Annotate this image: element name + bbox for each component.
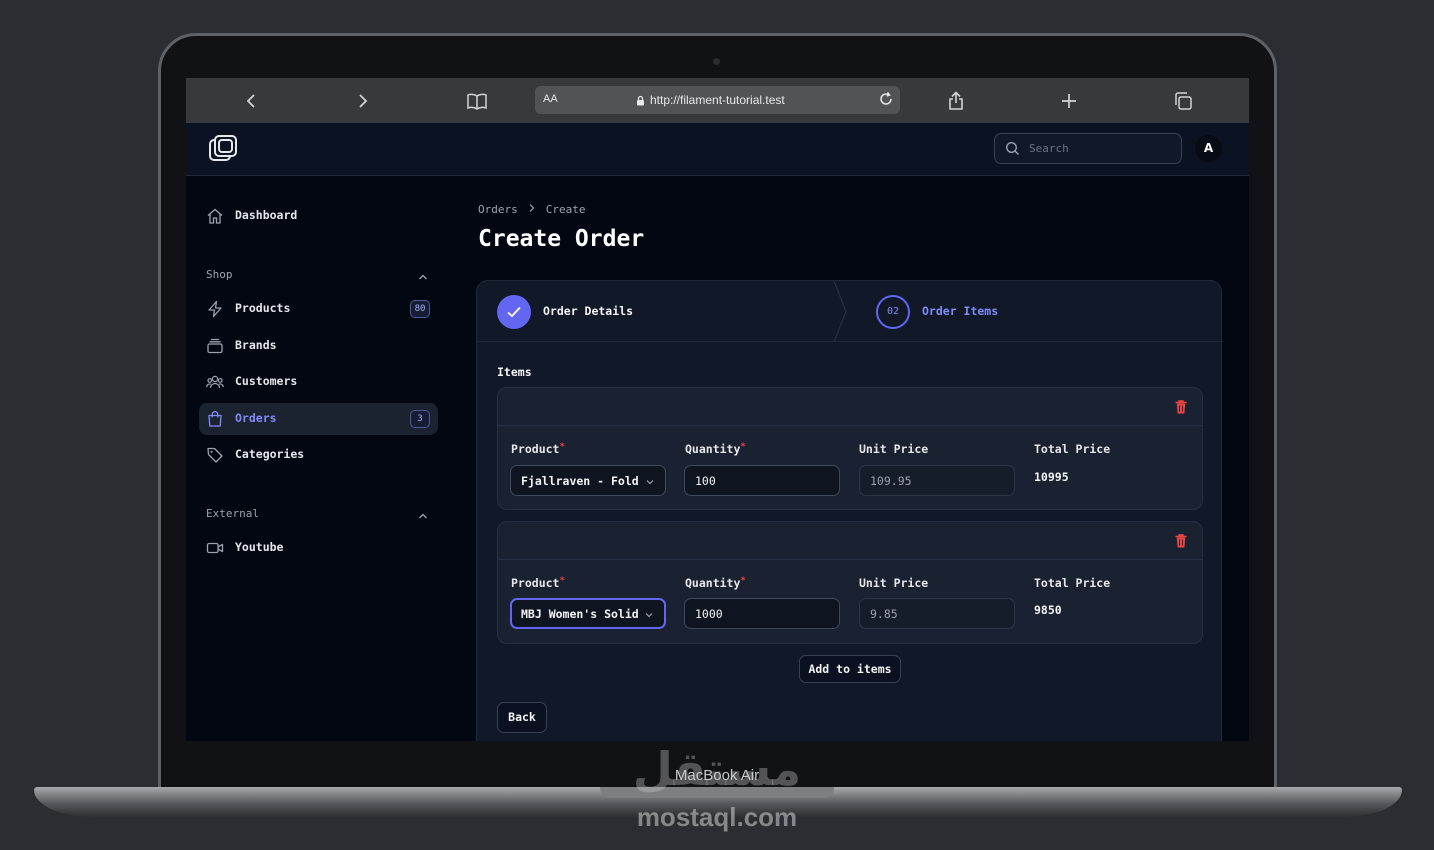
sidebar-item-brands[interactable]: Brands xyxy=(199,330,438,362)
quantity-input[interactable]: 100 xyxy=(684,465,840,496)
url-text: http://filament-tutorial.test xyxy=(650,93,785,107)
count-badge: 80 xyxy=(410,300,430,318)
field-label-product: Product* xyxy=(511,576,565,590)
video-camera-icon xyxy=(206,539,224,557)
group-label-external: External xyxy=(206,507,259,520)
browser-toolbar: AA http://filament-tutorial.test xyxy=(186,78,1249,123)
step-complete-check-icon[interactable] xyxy=(497,295,531,329)
product-select[interactable]: MBJ Women's Solid xyxy=(510,598,666,629)
search-input[interactable]: Search xyxy=(994,133,1182,164)
chevron-down-icon xyxy=(644,609,654,623)
breadcrumb-orders-link[interactable]: Orders xyxy=(478,203,518,216)
repeater-item: Product* Quantity* Unit Price Total Pric… xyxy=(497,387,1203,510)
watermark-latin: mostaql.com xyxy=(636,802,798,832)
back-button[interactable]: Back xyxy=(497,702,547,733)
sidebar-item-customers[interactable]: Customers xyxy=(199,366,438,398)
app-header: Search A xyxy=(186,123,1249,176)
breadcrumb: Orders Create xyxy=(478,203,586,216)
field-label-unit-price: Unit Price xyxy=(859,576,929,590)
users-icon xyxy=(206,373,224,391)
search-placeholder: Search xyxy=(1029,142,1069,155)
chevron-up-icon[interactable] xyxy=(417,507,429,519)
field-label-unit-price: Unit Price xyxy=(859,442,929,456)
page-title: Create Order xyxy=(478,226,645,252)
items-section-label: Items xyxy=(497,365,532,379)
trash-icon[interactable] xyxy=(1174,399,1188,415)
text-size-button[interactable]: AA xyxy=(543,93,558,105)
chevron-up-icon[interactable] xyxy=(417,268,429,280)
step-divider xyxy=(833,281,847,342)
field-label-quantity: Quantity* xyxy=(685,576,746,590)
share-icon[interactable] xyxy=(945,90,967,112)
lock-icon xyxy=(637,95,644,105)
tabs-overview-icon[interactable] xyxy=(1172,90,1194,112)
chevron-right-icon xyxy=(528,203,536,216)
address-bar[interactable]: AA http://filament-tutorial.test xyxy=(535,86,900,114)
trash-icon[interactable] xyxy=(1174,533,1188,549)
sidebar-item-label: Categories xyxy=(235,447,305,461)
camera xyxy=(713,58,720,65)
reload-icon[interactable] xyxy=(878,91,894,110)
unit-price-field: 109.95 xyxy=(859,465,1015,496)
home-icon xyxy=(206,207,224,225)
app-logo-icon[interactable] xyxy=(208,134,238,164)
quantity-input[interactable]: 1000 xyxy=(684,598,840,629)
field-label-product: Product* xyxy=(511,442,565,456)
sidebar-item-orders[interactable]: Orders 3 xyxy=(199,403,438,435)
search-icon xyxy=(1005,141,1020,160)
back-icon[interactable] xyxy=(240,90,262,112)
repeater-item-header xyxy=(498,522,1202,560)
wizard-steps: Order Details 02 Order Items xyxy=(477,281,1223,342)
unit-price-field: 9.85 xyxy=(859,598,1015,629)
breadcrumb-current: Create xyxy=(545,203,586,216)
field-label-total-price: Total Price xyxy=(1034,442,1111,456)
product-select[interactable]: Fjallraven - Fold xyxy=(510,465,666,496)
repeater-item: Product* Quantity* Unit Price Total Pric… xyxy=(497,521,1203,644)
step-number-badge[interactable]: 02 xyxy=(876,295,910,329)
new-tab-icon[interactable] xyxy=(1058,90,1080,112)
sidebar-item-label: Brands xyxy=(235,338,277,352)
screen: AA http://filament-tutorial.test Search … xyxy=(186,78,1249,741)
sidebar-item-dashboard[interactable]: Dashboard xyxy=(199,200,438,232)
step-order-details[interactable]: Order Details xyxy=(543,304,633,318)
device-model-label: MacBook Air xyxy=(674,767,760,784)
repeater-item-header xyxy=(498,388,1202,426)
bolt-icon xyxy=(206,300,224,318)
sidebar-item-label: Customers xyxy=(235,374,298,388)
stack-icon xyxy=(206,337,224,355)
count-badge: 3 xyxy=(410,410,430,428)
sidebar-item-products[interactable]: Products 80 xyxy=(199,293,438,325)
step-order-items[interactable]: Order Items xyxy=(922,304,998,318)
tag-icon xyxy=(206,446,224,464)
group-label-shop: Shop xyxy=(206,268,233,281)
field-label-quantity: Quantity* xyxy=(685,442,746,456)
field-label-total-price: Total Price xyxy=(1034,576,1111,590)
sidebar-item-label: Products xyxy=(235,301,291,315)
sidebar-item-categories[interactable]: Categories xyxy=(199,439,438,471)
add-to-items-button[interactable]: Add to items xyxy=(799,655,901,683)
chevron-down-icon xyxy=(645,476,655,490)
shopping-bag-icon xyxy=(206,410,224,428)
wizard-card: Order Details 02 Order Items Items Produ… xyxy=(476,280,1223,741)
forward-icon[interactable] xyxy=(352,90,374,112)
sidebar-item-youtube[interactable]: Youtube xyxy=(199,532,438,564)
total-price-value: 9850 xyxy=(1034,603,1062,617)
total-price-value: 10995 xyxy=(1034,470,1069,484)
user-avatar[interactable]: A xyxy=(1195,135,1222,162)
sidebar-item-label: Dashboard xyxy=(235,208,298,222)
sidebar-item-label: Youtube xyxy=(235,540,284,554)
sidebar: Dashboard Shop Products 80 Brands Custom… xyxy=(186,176,453,741)
sidebar-item-label: Orders xyxy=(235,411,277,425)
bookmarks-icon[interactable] xyxy=(466,90,488,112)
